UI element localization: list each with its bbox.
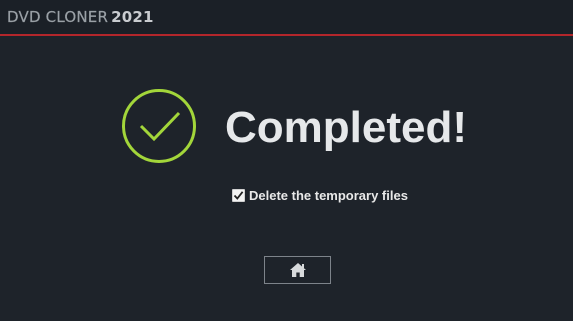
check-circle-icon bbox=[121, 88, 197, 164]
delete-temp-label[interactable]: Delete the temporary files bbox=[249, 188, 408, 203]
delete-temp-checkbox[interactable] bbox=[232, 188, 245, 202]
app-logo: DVD CLONER 2021 bbox=[7, 7, 154, 27]
title-bar: DVD CLONER 2021 bbox=[0, 0, 573, 34]
home-button[interactable] bbox=[264, 256, 331, 284]
brand-year: 2021 bbox=[111, 8, 154, 26]
home-icon bbox=[289, 263, 306, 277]
completion-panel: Completed! Delete the temporary files bbox=[0, 36, 573, 321]
brand-name: DVD CLONER bbox=[7, 8, 109, 26]
completed-title: Completed! bbox=[225, 103, 467, 152]
checkmark-icon bbox=[233, 190, 244, 200]
delete-temp-option[interactable]: Delete the temporary files bbox=[232, 187, 408, 203]
